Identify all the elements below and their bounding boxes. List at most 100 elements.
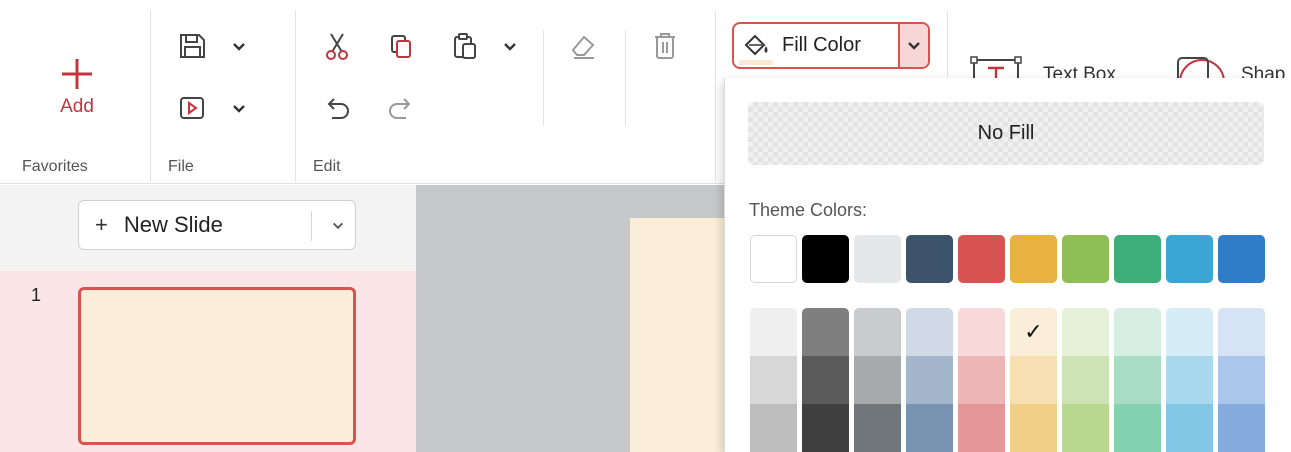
slide-list-item[interactable]: 1 [0, 271, 416, 452]
theme-color-swatch[interactable] [802, 235, 849, 283]
add-button[interactable]: Add [42, 44, 112, 130]
shade-color-swatch[interactable] [958, 356, 1005, 404]
present-options-dropdown[interactable] [228, 98, 250, 120]
shade-column [1218, 308, 1265, 452]
theme-color-swatch[interactable] [1062, 235, 1109, 283]
shade-column [1114, 308, 1161, 452]
add-label: Add [60, 96, 94, 117]
shade-color-swatch[interactable] [958, 308, 1005, 356]
edit-group-label: Edit [313, 158, 341, 175]
shade-color-swatch[interactable] [1062, 356, 1109, 404]
shade-colors-grid: ✓ [750, 308, 1265, 452]
fill-color-button[interactable]: Fill Color [732, 22, 930, 69]
shade-color-swatch[interactable] [854, 404, 901, 452]
paste-button[interactable] [447, 28, 483, 64]
theme-colors-row [750, 235, 1265, 283]
theme-color-swatch[interactable] [1010, 235, 1057, 283]
shade-color-swatch[interactable] [802, 404, 849, 452]
no-fill-option[interactable]: No Fill [748, 102, 1264, 165]
shade-color-swatch[interactable] [750, 404, 797, 452]
theme-color-swatch[interactable] [750, 235, 797, 283]
shade-color-swatch[interactable] [906, 404, 953, 452]
shade-color-swatch[interactable] [906, 308, 953, 356]
shade-color-swatch[interactable] [854, 308, 901, 356]
eraser-icon [571, 35, 595, 59]
shade-color-swatch[interactable] [854, 356, 901, 404]
chevron-down-icon [233, 43, 245, 51]
shade-color-swatch[interactable] [1010, 356, 1057, 404]
shade-column [750, 308, 797, 452]
shade-color-swatch[interactable] [1062, 404, 1109, 452]
shade-column [1166, 308, 1213, 452]
cut-button[interactable] [319, 28, 355, 64]
fill-color-dropdown-toggle[interactable] [898, 24, 928, 67]
plus-icon: + [95, 212, 108, 237]
chevron-down-icon [332, 222, 344, 230]
slide-thumbnail[interactable] [78, 287, 356, 445]
save-icon [180, 34, 205, 58]
shade-color-swatch[interactable] [958, 404, 1005, 452]
chevron-down-icon [504, 43, 516, 51]
shade-color-swatch[interactable] [1166, 308, 1213, 356]
theme-color-swatch[interactable] [958, 235, 1005, 283]
paste-icon [454, 33, 476, 59]
paste-options-dropdown[interactable] [499, 36, 521, 58]
new-slide-label: New Slide [123, 212, 223, 237]
present-button[interactable] [174, 90, 210, 126]
delete-button[interactable] [647, 28, 683, 64]
shade-color-swatch[interactable] [1062, 308, 1109, 356]
redo-button[interactable] [383, 90, 419, 126]
new-slide-button[interactable]: + New Slide [78, 200, 356, 250]
file-group: File [150, 0, 295, 184]
paint-bucket-icon [744, 34, 768, 55]
new-slide-layout-dropdown[interactable] [327, 215, 349, 237]
shade-color-swatch[interactable] [750, 356, 797, 404]
slide-number: 1 [31, 285, 42, 305]
shade-color-swatch[interactable] [1114, 356, 1161, 404]
shade-color-swatch[interactable] [1166, 356, 1213, 404]
shade-color-swatch[interactable]: ✓ [1010, 308, 1057, 356]
theme-color-swatch[interactable] [1114, 235, 1161, 283]
theme-color-swatch[interactable] [854, 235, 901, 283]
shade-color-swatch[interactable] [1218, 404, 1265, 452]
save-button[interactable] [174, 28, 210, 64]
shade-color-swatch[interactable] [1218, 356, 1265, 404]
theme-colors-label: Theme Colors: [749, 200, 868, 220]
theme-color-swatch[interactable] [906, 235, 953, 283]
shade-color-swatch[interactable] [802, 308, 849, 356]
copy-icon [391, 35, 411, 58]
shade-color-swatch[interactable] [1218, 308, 1265, 356]
fill-color-dropdown: No Fill Theme Colors: ✓ [724, 78, 1291, 452]
save-options-dropdown[interactable] [228, 36, 250, 58]
group-divider [715, 10, 716, 182]
new-slide-divider [311, 211, 312, 241]
trash-icon [655, 33, 675, 59]
edit-divider [543, 30, 544, 126]
shade-color-swatch[interactable] [1114, 404, 1161, 452]
fill-color-current-swatch [739, 60, 773, 65]
shade-color-swatch[interactable] [1010, 404, 1057, 452]
copy-button[interactable] [383, 28, 419, 64]
shade-column [906, 308, 953, 452]
checkmark-icon: ✓ [1024, 319, 1043, 345]
shade-color-swatch[interactable] [1114, 308, 1161, 356]
favorites-group: Add Favorites [0, 0, 150, 184]
slides-panel: + New Slide 1 [0, 185, 416, 452]
fill-color-apply[interactable]: Fill Color [734, 24, 898, 67]
undo-button[interactable] [319, 90, 355, 126]
clear-formatting-button[interactable] [565, 28, 601, 64]
theme-color-swatch[interactable] [1166, 235, 1213, 283]
shade-column [854, 308, 901, 452]
scissors-icon [326, 33, 348, 60]
fill-color-label: Fill Color [782, 34, 861, 56]
shade-column [1062, 308, 1109, 452]
file-group-label: File [168, 158, 194, 175]
undo-icon [327, 98, 349, 119]
shade-color-swatch[interactable] [1166, 404, 1213, 452]
shade-column [802, 308, 849, 452]
play-slideshow-icon [180, 97, 204, 119]
theme-color-swatch[interactable] [1218, 235, 1265, 283]
shade-color-swatch[interactable] [802, 356, 849, 404]
shade-color-swatch[interactable] [906, 356, 953, 404]
shade-color-swatch[interactable] [750, 308, 797, 356]
